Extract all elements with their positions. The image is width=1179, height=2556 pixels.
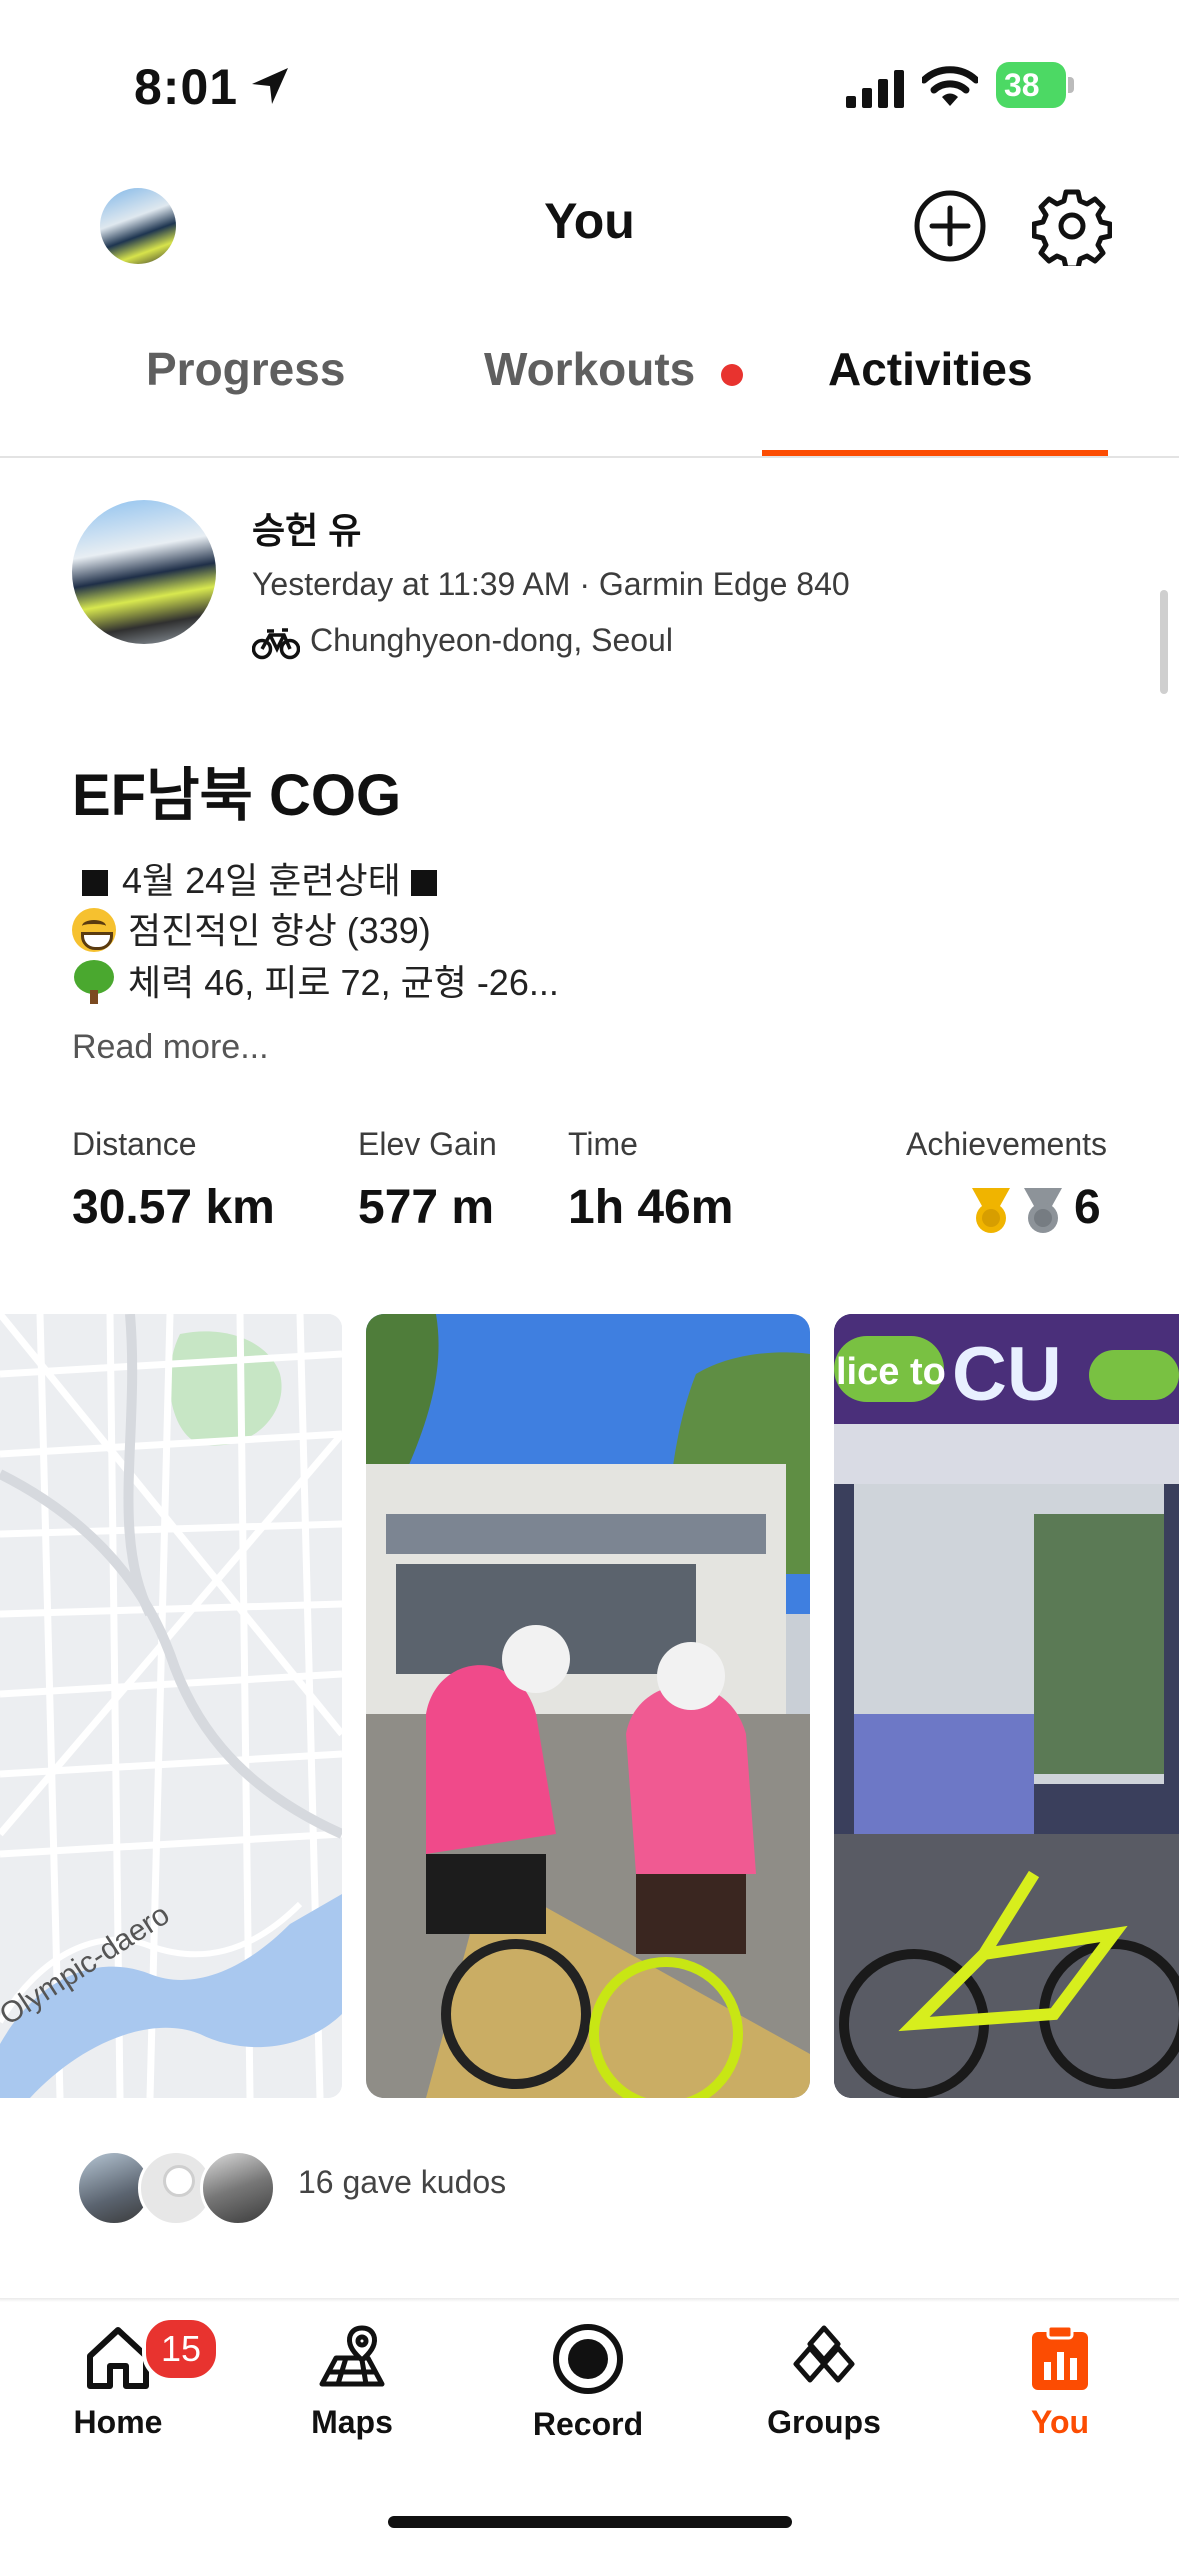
page-title: You: [544, 193, 635, 249]
status-time: 8:01: [134, 59, 239, 115]
nav-you[interactable]: You: [960, 2322, 1160, 2441]
groups-icon: [793, 2325, 855, 2383]
description-line: 점진적인 향상 (339): [72, 902, 431, 954]
battery-cap: [1068, 77, 1074, 93]
black-square-icon: [82, 870, 108, 896]
nav-label: Home: [73, 2404, 163, 2440]
notification-badge: 15: [142, 2316, 220, 2382]
bike-icon: [252, 628, 300, 660]
sign-brand: CU: [952, 1332, 1062, 1417]
scrollbar[interactable]: [1160, 590, 1168, 694]
add-icon[interactable]: [912, 188, 988, 264]
distance-value: 30.57 km: [72, 1181, 275, 1234]
description-text: 4월 24일 훈련상태: [122, 860, 401, 901]
settings-gear-icon[interactable]: [1032, 186, 1112, 266]
photo-graphic: [366, 1314, 810, 2098]
nav-record[interactable]: Record: [488, 2322, 688, 2443]
tabs-divider: [0, 456, 1179, 458]
profile-clipboard-icon: [1032, 2324, 1088, 2390]
kudos-count[interactable]: 16 gave kudos: [298, 2164, 506, 2201]
tab-activities[interactable]: Activities: [828, 342, 1033, 396]
elev-gain-value: 577 m: [358, 1181, 495, 1234]
cellular-signal-icon: [846, 70, 904, 108]
location-arrow-icon: [252, 68, 288, 104]
activity-photo-cyclists[interactable]: [366, 1314, 810, 2098]
silver-medal-icon: [1024, 1188, 1062, 1233]
nav-groups[interactable]: Groups: [724, 2322, 924, 2441]
activity-title[interactable]: EF남북 COG: [72, 748, 401, 832]
avatar: [200, 2150, 276, 2226]
nav-maps[interactable]: Maps: [252, 2322, 452, 2441]
wifi-icon: [922, 66, 978, 106]
activity-photo-store[interactable]: lice to CU: [834, 1314, 1179, 2098]
kudos-avatars[interactable]: [76, 2150, 276, 2226]
description-line: 4월 24일 훈련상태: [72, 852, 451, 904]
battery-icon: 38: [996, 62, 1076, 108]
battery-level: 38: [996, 62, 1066, 108]
athlete-avatar[interactable]: [72, 500, 216, 644]
activity-meta: Yesterday at 11:39 AM · Garmin Edge 840: [252, 566, 850, 602]
tab-workouts[interactable]: Workouts: [484, 342, 695, 396]
map-icon: [319, 2325, 385, 2387]
read-more-link[interactable]: Read more...: [72, 1028, 269, 1067]
nav-label: Maps: [311, 2404, 393, 2440]
map-graphic: Olympic-daero: [0, 1314, 342, 2098]
time-value: 1h 46m: [568, 1181, 734, 1234]
activity-location: Chunghyeon-dong, Seoul: [310, 622, 673, 658]
home-indicator[interactable]: [388, 2516, 792, 2528]
record-icon: [553, 2324, 623, 2394]
achievements-label: Achievements: [906, 1126, 1107, 1162]
time-label: Time: [568, 1126, 638, 1162]
nav-label: You: [1030, 2404, 1090, 2440]
nav-label: Record: [532, 2406, 644, 2442]
description-text: 체력 46, 피로 72, 균형 -26...: [128, 962, 559, 1003]
description-text: 점진적인 향상 (339): [128, 910, 431, 951]
grinning-face-icon: [72, 908, 116, 952]
photo-graphic: lice to CU: [834, 1314, 1179, 2098]
route-map[interactable]: Olympic-daero: [0, 1314, 342, 2098]
distance-label: Distance: [72, 1126, 197, 1162]
tree-icon: [72, 960, 116, 1004]
description-line: 체력 46, 피로 72, 균형 -26...: [72, 954, 559, 1006]
sign-text: lice to: [836, 1351, 946, 1393]
tab-progress[interactable]: Progress: [146, 342, 345, 396]
elev-gain-label: Elev Gain: [358, 1126, 497, 1162]
workouts-notification-dot: [721, 364, 743, 386]
achievements-count[interactable]: 6: [1074, 1180, 1101, 1235]
athlete-name[interactable]: 승헌 유: [252, 502, 361, 554]
gold-medal-icon: [972, 1188, 1010, 1233]
nav-label: Groups: [767, 2404, 881, 2440]
black-square-icon: [410, 870, 437, 896]
